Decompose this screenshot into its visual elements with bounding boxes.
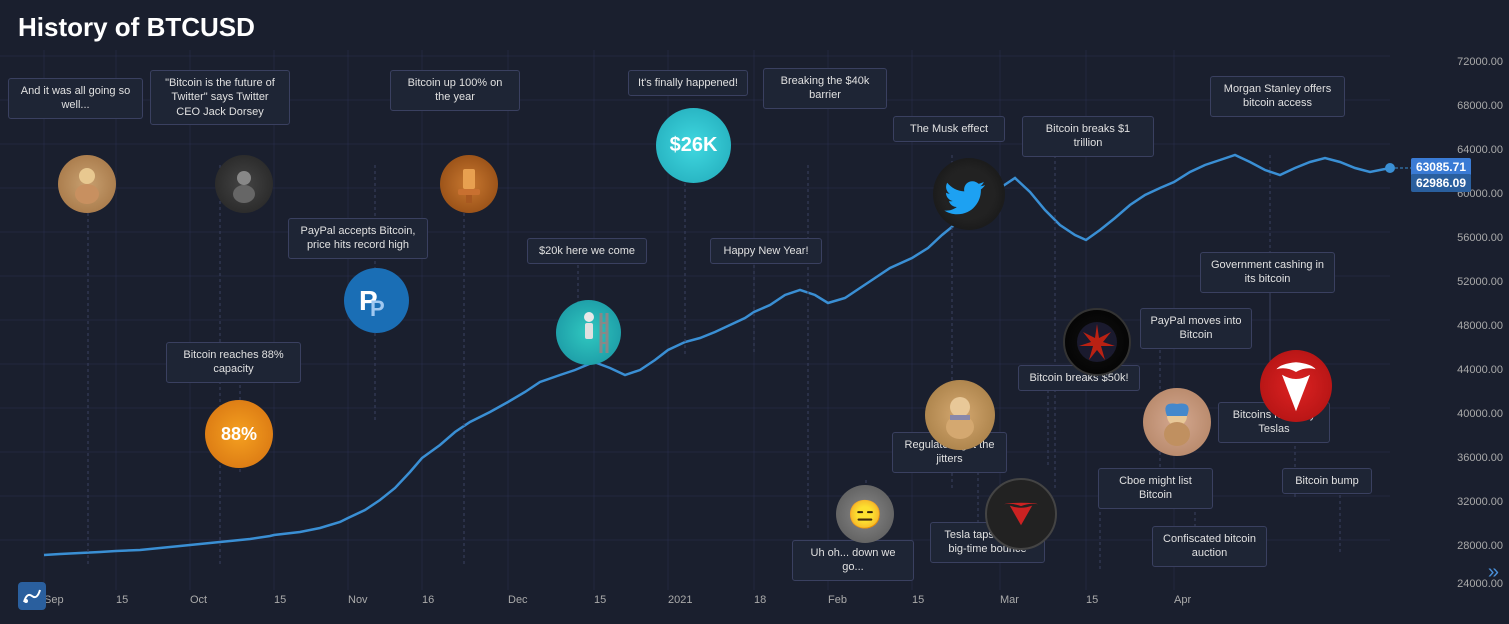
annotation-government: Government cashing in its bitcoin (1200, 252, 1335, 293)
icon-sep-figure (58, 155, 116, 213)
x-label-18: 18 (754, 594, 766, 606)
annotation-down-we-go: Uh oh... down we go... (792, 540, 914, 581)
page-title: History of BTCUSD (18, 12, 255, 43)
y-label-52k: 52000.00 (1457, 276, 1503, 288)
icon-jack-dorsey (215, 155, 273, 213)
current-price-low: 62986.09 (1411, 174, 1471, 192)
icon-paypal: P P (344, 268, 409, 333)
icon-88pct: 88% (205, 400, 273, 468)
y-label-48k: 48000.00 (1457, 320, 1503, 332)
icon-26k: $26K (656, 108, 731, 183)
x-label-apr: Apr (1174, 594, 1191, 606)
annotation-confiscated: Confiscated bitcoin auction (1152, 526, 1267, 567)
y-label-36k: 36000.00 (1457, 452, 1503, 464)
x-label-15-oct: 15 (274, 594, 286, 606)
annotation-new-year: Happy New Year! (710, 238, 822, 264)
y-label-32k: 32000.00 (1457, 496, 1503, 508)
y-label-56k: 56000.00 (1457, 232, 1503, 244)
annotation-finally: It's finally happened! (628, 70, 748, 96)
annotation-all-going-well: And it was all going so well... (8, 78, 143, 119)
x-label-oct: Oct (190, 594, 207, 606)
annotation-paypal-accepts: PayPal accepts Bitcoin, price hits recor… (288, 218, 428, 259)
chart-container: History of BTCUSD (0, 0, 1509, 624)
x-label-dec: Dec (508, 594, 528, 606)
annotation-musk-effect: The Musk effect (893, 116, 1005, 142)
icon-yellen (925, 380, 995, 450)
x-label-16-nov: 16 (422, 594, 434, 606)
annotation-40k: Breaking the $40k barrier (763, 68, 887, 109)
x-label-2021: 2021 (668, 594, 692, 606)
x-label-15-feb: 15 (912, 594, 924, 606)
watermark-icon (18, 582, 46, 610)
annotation-paypal-moves: PayPal moves into Bitcoin (1140, 308, 1252, 349)
x-label-15-sep: 15 (116, 594, 128, 606)
x-label-feb: Feb (828, 594, 847, 606)
svg-text:P: P (370, 296, 385, 321)
annotation-bitcoin-bump: Bitcoin bump (1282, 468, 1372, 494)
annotation-cboe: Cboe might list Bitcoin (1098, 468, 1213, 509)
y-label-28k: 28000.00 (1457, 540, 1503, 552)
icon-twitter-bird (933, 158, 1005, 230)
annotation-1trillion: Bitcoin breaks $1 trillion (1022, 116, 1154, 157)
annotation-morgan-stanley: Morgan Stanley offers bitcoin access (1210, 76, 1345, 117)
icon-sad-emoji: 😑 (836, 485, 894, 543)
y-label-44k: 44000.00 (1457, 364, 1503, 376)
icon-lamp (440, 155, 498, 213)
y-label-40k: 40000.00 (1457, 408, 1503, 420)
x-label-nov: Nov (348, 594, 368, 606)
icon-woman-blue-hair (1143, 388, 1211, 456)
icon-ladder-person (556, 300, 621, 365)
scroll-arrow[interactable]: » (1488, 561, 1499, 584)
x-label-mar: Mar (1000, 594, 1019, 606)
x-label-15-dec: 15 (594, 594, 606, 606)
annotation-20k: $20k here we come (527, 238, 647, 264)
x-label-sep: Sep (44, 594, 64, 606)
y-label-72k: 72000.00 (1457, 56, 1503, 68)
x-label-15-mar: 15 (1086, 594, 1098, 606)
y-label-68k: 68000.00 (1457, 100, 1503, 112)
icon-tesla-logo (985, 478, 1057, 550)
icon-paypal-explosion (1063, 308, 1131, 376)
y-label-64k: 64000.00 (1457, 144, 1503, 156)
annotation-100pct: Bitcoin up 100% on the year (390, 70, 520, 111)
icon-tesla-red (1260, 350, 1332, 422)
annotation-88pct: Bitcoin reaches 88% capacity (166, 342, 301, 383)
annotation-twitter-ceo: "Bitcoin is the future of Twitter" says … (150, 70, 290, 125)
